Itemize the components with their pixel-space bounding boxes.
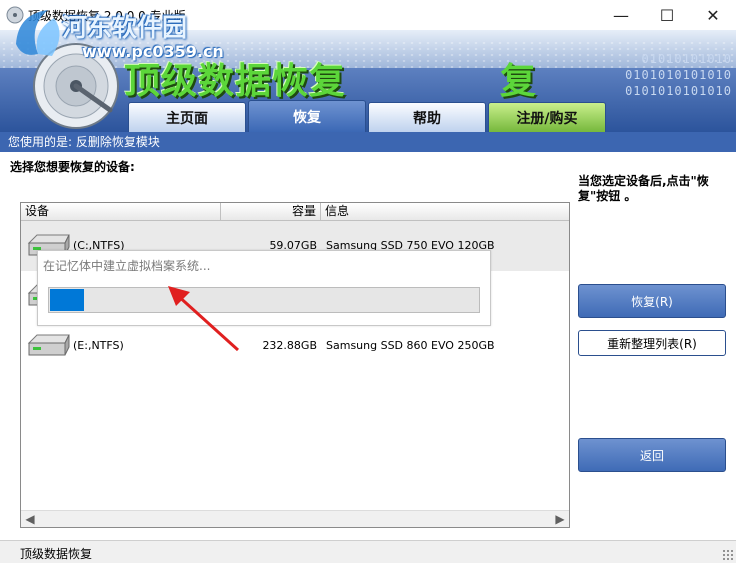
tab-recover[interactable]: 恢复 xyxy=(248,100,366,132)
tab-home[interactable]: 主页面 xyxy=(128,102,246,132)
column-header-info[interactable]: 信息 xyxy=(321,203,569,221)
device-capacity: 232.88GB xyxy=(262,339,317,352)
progress-bar xyxy=(48,287,480,313)
minimize-button[interactable]: — xyxy=(598,0,644,30)
watermark-url: www.pc0359.cn xyxy=(82,42,224,61)
hard-drive-icon xyxy=(27,334,70,356)
status-bar: 顶级数据恢复 xyxy=(0,540,736,563)
close-button[interactable]: ✕ xyxy=(690,0,736,30)
progress-popup: 在记忆体中建立虚拟档案系统... xyxy=(37,250,491,326)
refresh-list-button[interactable]: 重新整理列表(R) xyxy=(578,330,726,356)
binary-text: 0101010101010 xyxy=(625,68,732,82)
back-button[interactable]: 返回 xyxy=(578,438,726,472)
progress-bar-fill xyxy=(50,289,85,311)
column-header-device[interactable]: 设备 xyxy=(21,203,221,221)
table-row[interactable]: (E:,NTFS) 232.88GB Samsung SSD 860 EVO 2… xyxy=(21,321,569,371)
instruction-hint: 当您选定设备后,点击"恢复"按钮 。 xyxy=(578,174,709,203)
watermark-site-name: 河东软件园 xyxy=(62,13,188,42)
maximize-button[interactable]: ☐ xyxy=(644,0,690,30)
status-text: 顶级数据恢复 xyxy=(20,547,93,561)
device-info: Samsung SSD 860 EVO 250GB xyxy=(326,339,495,352)
horizontal-scrollbar[interactable]: ◀ ▶ xyxy=(21,510,569,527)
scroll-left-icon[interactable]: ◀ xyxy=(23,511,37,527)
banner-title-fragment: 复 xyxy=(500,61,537,102)
column-header-capacity[interactable]: 容量 xyxy=(221,203,321,221)
mode-bar: 您使用的是: 反删除恢复模块 xyxy=(0,132,736,152)
tab-register-buy[interactable]: 注册/购买 xyxy=(488,102,606,132)
progress-message: 在记忆体中建立虚拟档案系统... xyxy=(43,259,211,273)
device-name: (E:,NTFS) xyxy=(73,339,124,352)
recover-button[interactable]: 恢复(R) xyxy=(578,284,726,318)
scroll-right-icon[interactable]: ▶ xyxy=(553,511,567,527)
resize-grip-icon[interactable] xyxy=(722,549,734,561)
device-prompt: 选择您想要恢复的设备: xyxy=(10,160,135,174)
binary-text: 0101010101010 xyxy=(625,84,732,98)
tab-help[interactable]: 帮助 xyxy=(368,102,486,132)
binary-text: 01010101010 xyxy=(641,52,732,66)
